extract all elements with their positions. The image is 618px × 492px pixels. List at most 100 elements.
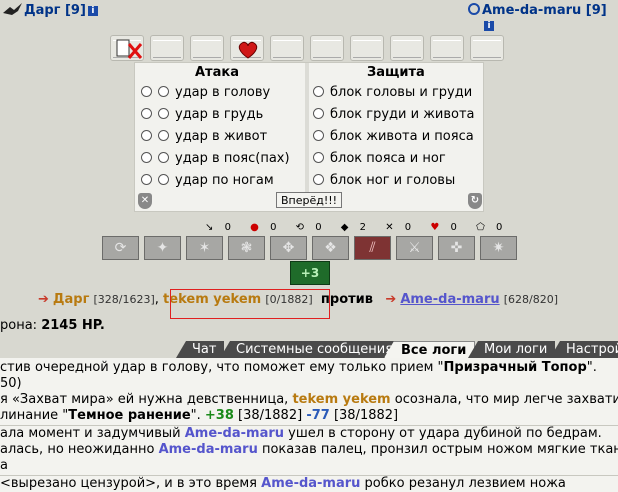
skill-slot[interactable]: ❃ xyxy=(228,236,265,260)
defense-option[interactable]: блок ног и головы xyxy=(313,171,455,191)
opponent-hp: [628/820] xyxy=(503,293,559,306)
counter-cross: ✕ 0 xyxy=(385,222,412,233)
radio-button[interactable] xyxy=(313,174,324,185)
special-skill-icon[interactable]: +3 xyxy=(290,261,330,285)
scroll-slot-used[interactable] xyxy=(110,35,144,61)
opponent-name[interactable]: Ame-da-maru xyxy=(159,442,258,457)
blood-icon: ● xyxy=(250,222,259,233)
skill-slot-active[interactable]: ⫽ xyxy=(354,236,391,260)
radio-button[interactable] xyxy=(158,86,169,97)
bird-icon xyxy=(3,3,22,15)
scroll-slot[interactable] xyxy=(270,35,304,61)
heart-scroll-icon xyxy=(238,41,258,59)
stat-counters: ↘ 0 ● 0 ⟲ 0 ◆ 2 ✕ 0 ♥ 0 ⬠ 0 xyxy=(205,222,518,233)
scroll-slot[interactable] xyxy=(150,35,184,61)
counter-icon: ⟲ xyxy=(295,222,305,233)
log-line: я «Захват мира» ей нужна девственница, t… xyxy=(0,392,618,407)
opponent-name[interactable]: Ame-da-maru xyxy=(400,292,499,307)
radio-button[interactable] xyxy=(313,108,324,119)
cancelled-scroll-icon xyxy=(116,39,143,59)
shield-icon: ⬠ xyxy=(476,222,485,233)
info-icon[interactable]: i xyxy=(87,6,98,16)
tab-my-logs[interactable]: Мои логи xyxy=(468,341,556,358)
scroll-slot[interactable] xyxy=(430,35,464,61)
highlight-box xyxy=(170,289,330,319)
radio-button[interactable] xyxy=(141,174,152,185)
left-player-header[interactable]: Дарг [9] i xyxy=(24,3,98,18)
tab-system-messages[interactable]: Системные сообщения xyxy=(220,341,402,358)
radio-button[interactable] xyxy=(141,152,152,163)
scroll-slot[interactable] xyxy=(310,35,344,61)
log-line: а xyxy=(0,458,8,473)
opponent-name[interactable]: Ame-da-maru xyxy=(185,426,284,441)
skill-slot[interactable]: ✦ xyxy=(144,236,181,260)
fight-panel: Атака Защита удар в голову удар в грудь … xyxy=(134,62,484,212)
radio-button[interactable] xyxy=(313,86,324,97)
skill-slot[interactable]: ⚔ xyxy=(396,236,433,260)
skill-slot[interactable]: ✜ xyxy=(438,236,475,260)
log-line: <вырезано цензурой>, и в это время Ame-d… xyxy=(0,476,566,491)
opponent-name[interactable]: Ame-da-maru xyxy=(261,476,360,491)
forward-button[interactable]: Вперёд!!! xyxy=(276,192,342,208)
player-name[interactable]: tekem yekem xyxy=(292,392,390,407)
defense-option[interactable]: блок живота и пояса xyxy=(313,127,474,147)
auto-shield-icon[interactable]: ✕ xyxy=(138,193,152,209)
radio-button[interactable] xyxy=(141,108,152,119)
damage-value: 2145 HP. xyxy=(41,318,105,333)
tab-all-logs[interactable]: Все логи xyxy=(384,341,476,358)
skill-slot[interactable]: ❖ xyxy=(312,236,349,260)
radio-button[interactable] xyxy=(158,152,169,163)
right-player-name[interactable]: Ame-da-maru [9] xyxy=(482,3,607,18)
skill-slot[interactable]: ⟳ xyxy=(102,236,139,260)
block-icon: ◆ xyxy=(340,222,349,233)
radio-button[interactable] xyxy=(313,130,324,141)
radio-button[interactable] xyxy=(158,174,169,185)
counter-block: ◆ 2 xyxy=(340,222,367,233)
attack-option[interactable]: удар в грудь xyxy=(141,105,263,125)
scroll-slot[interactable] xyxy=(350,35,384,61)
damage-label: рона: xyxy=(0,318,38,333)
radio-button[interactable] xyxy=(158,108,169,119)
attack-option[interactable]: удар в пояс(пах) xyxy=(141,149,290,169)
log-line: алась, но неожиданно Ame-da-maru показав… xyxy=(0,442,618,457)
attack-option[interactable]: удар в живот xyxy=(141,127,267,147)
right-player-header[interactable]: Ame-da-maru [9] i xyxy=(482,3,618,33)
cross-icon: ✕ xyxy=(385,222,394,233)
log-tabs: Чат Системные сообщения Все логи Мои лог… xyxy=(0,340,618,358)
refresh-shield-icon[interactable]: ↻ xyxy=(468,193,482,209)
radio-button[interactable] xyxy=(313,152,324,163)
skill-slot[interactable]: ✥ xyxy=(270,236,307,260)
left-player-name[interactable]: Дарг [9] xyxy=(24,3,86,18)
defense-option[interactable]: блок груди и живота xyxy=(313,105,475,125)
battle-log: стив очередной удар в голову, что поможе… xyxy=(0,358,618,492)
defense-option[interactable]: блок головы и груди xyxy=(313,83,472,103)
attack-title: Атака xyxy=(195,65,239,80)
skill-slot[interactable]: ✶ xyxy=(186,236,223,260)
defense-option[interactable]: блок пояса и ног xyxy=(313,149,446,169)
info-icon[interactable]: i xyxy=(484,21,494,31)
log-line: линание "Темное ранение". +38 [38/1882] … xyxy=(0,408,399,423)
radio-button[interactable] xyxy=(141,86,152,97)
scroll-slot[interactable] xyxy=(470,35,504,61)
log-line: ала момент и задумчивый Ame-da-maru ушел… xyxy=(0,426,602,441)
tab-settings[interactable]: Настройки xyxy=(550,341,618,358)
scroll-slot-heal[interactable] xyxy=(230,35,264,61)
player-name[interactable]: Дарг xyxy=(53,292,89,307)
radio-button[interactable] xyxy=(141,130,152,141)
attack-option[interactable]: удар по ногам xyxy=(141,171,274,191)
log-line: 50) xyxy=(0,376,22,391)
counter-hit: ↘ 0 xyxy=(205,222,231,233)
arrow-icon: ➔ xyxy=(38,292,49,307)
tab-chat[interactable]: Чат xyxy=(176,341,225,358)
defense-title: Защита xyxy=(367,65,425,80)
damage-summary: рона: 2145 HP. xyxy=(0,318,105,333)
player-hp: [328/1623] xyxy=(93,293,155,306)
hit-icon: ↘ xyxy=(205,222,214,233)
attack-option[interactable]: удар в голову xyxy=(141,83,270,103)
scroll-slot[interactable] xyxy=(190,35,224,61)
radio-button[interactable] xyxy=(158,130,169,141)
counter-heart: ♥ 0 xyxy=(430,222,457,233)
skill-slot[interactable]: ✷ xyxy=(480,236,517,260)
counter-crit: ● 0 xyxy=(250,222,277,233)
scroll-slot[interactable] xyxy=(390,35,424,61)
